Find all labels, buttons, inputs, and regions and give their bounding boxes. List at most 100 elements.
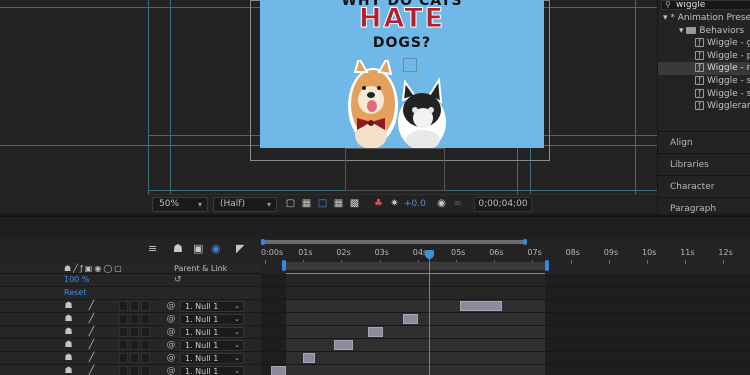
color-channels-icon[interactable]: ♣	[372, 198, 385, 210]
tree-item[interactable]: ▾ * Animation Presets	[658, 12, 750, 25]
navigator-start-handle[interactable]	[261, 239, 265, 245]
layer-switch[interactable]	[141, 301, 150, 311]
layer-switch[interactable]	[141, 366, 150, 375]
tree-item[interactable]: ƒWiggle - ge	[658, 37, 750, 50]
layer-clip-bar[interactable]	[333, 340, 353, 350]
transparency-grid-icon[interactable]: ▦	[300, 198, 313, 210]
playhead-handle[interactable]	[424, 250, 434, 259]
reset-link[interactable]: Reset	[64, 288, 86, 297]
pick-whip-icon[interactable]: @	[166, 340, 176, 350]
shy-switch-icon[interactable]: ☗	[64, 315, 73, 324]
quality-switch-icon[interactable]: ╱	[87, 354, 96, 363]
timecode-display[interactable]: 0;00;04;00	[474, 197, 532, 212]
motion-blur-icon[interactable]: ◉	[211, 242, 221, 255]
layer-clip-bar[interactable]	[270, 366, 286, 375]
navigator-end-handle[interactable]	[523, 239, 527, 245]
time-navigator-bar[interactable]	[262, 240, 525, 244]
parent-select[interactable]: 1. Null 1 ⌄	[180, 353, 244, 364]
layer-switch[interactable]	[130, 340, 139, 350]
pick-whip-icon[interactable]: @	[166, 314, 176, 324]
shy-layers-icon[interactable]: ☗	[173, 242, 183, 255]
parent-select[interactable]: 1. Null 1 ⌄	[180, 301, 244, 312]
shy-switch-icon[interactable]: ☗	[64, 302, 73, 311]
track-row[interactable]	[261, 287, 750, 300]
layer-switch[interactable]	[119, 366, 128, 375]
tree-item[interactable]: ƒWiggleram	[658, 100, 750, 113]
track-row[interactable]	[261, 352, 750, 365]
composition-flowchart-icon[interactable]: ≡	[148, 242, 157, 255]
tree-item[interactable]: ▾ Behaviors	[658, 25, 750, 38]
layer-row[interactable]: ☗ ╱ @1. Null 1 ⌄	[0, 300, 261, 313]
quality-switch-icon[interactable]: ╱	[87, 302, 96, 311]
pick-whip-icon[interactable]: @	[166, 327, 176, 337]
layer-clip-bar[interactable]	[459, 301, 502, 311]
layer-row[interactable]: ☗ ╱ @1. Null 1 ⌄	[0, 326, 261, 339]
composition-canvas[interactable]: WHY DO CATS HATE DOGS?	[260, 0, 544, 148]
scale-value[interactable]: 100 %	[64, 275, 89, 284]
pick-whip-icon[interactable]: @	[166, 301, 176, 311]
track-row[interactable]	[261, 326, 750, 339]
layer-clip-bar[interactable]	[402, 314, 418, 324]
shy-switch-icon[interactable]: ☗	[64, 328, 73, 337]
chevron-down-icon[interactable]: ▾	[679, 26, 686, 36]
layer-switch[interactable]	[119, 314, 128, 324]
tree-item[interactable]: ƒWiggle - sk	[658, 88, 750, 101]
work-area-end-handle[interactable]	[545, 260, 549, 271]
layer-tracks[interactable]	[261, 273, 750, 375]
track-row[interactable]	[261, 300, 750, 313]
guides-icon[interactable]: ▦	[332, 198, 345, 210]
work-area-start-handle[interactable]	[282, 260, 286, 271]
layer-row[interactable]: ☗ ╱ @1. Null 1 ⌄	[0, 352, 261, 365]
layer-clip-bar[interactable]	[368, 327, 384, 337]
zoom-select[interactable]: 50% ▾	[152, 197, 208, 212]
quality-switch-icon[interactable]: ╱	[87, 341, 96, 350]
frame-blending-icon[interactable]: ▣	[193, 242, 203, 255]
layer-switch[interactable]	[119, 353, 128, 363]
work-area-bar[interactable]	[283, 262, 547, 270]
track-row[interactable]	[261, 313, 750, 326]
shy-switch-icon[interactable]: ☗	[64, 341, 73, 350]
parent-select[interactable]: 1. Null 1 ⌄	[180, 327, 244, 338]
link-spiral-icon[interactable]: ↺	[174, 275, 182, 285]
quality-switch-icon[interactable]: ╱	[87, 367, 96, 375]
resolution-select[interactable]: (Half) ▾	[213, 197, 277, 212]
shy-switch-icon[interactable]: ☗	[64, 367, 73, 375]
layer-switch[interactable]	[141, 314, 150, 324]
mask-path-icon[interactable]: □	[316, 198, 329, 210]
layer-switch[interactable]	[141, 340, 150, 350]
layer-switch[interactable]	[119, 327, 128, 337]
shy-switch-icon[interactable]: ☗	[64, 354, 73, 363]
camera-icon[interactable]: ◉	[435, 198, 448, 210]
pick-whip-icon[interactable]: @	[166, 353, 176, 363]
layer-switch[interactable]	[141, 327, 150, 337]
layer-clip-bar[interactable]	[303, 353, 315, 363]
pick-whip-icon[interactable]: @	[166, 366, 176, 375]
tree-item[interactable]: ƒWiggle - sc	[658, 75, 750, 88]
tree-item[interactable]: ƒWiggle - ro	[658, 62, 750, 76]
layer-row[interactable]: ☗ ╱ @1. Null 1 ⌄	[0, 313, 261, 326]
track-row[interactable]	[261, 274, 750, 287]
layer-switch[interactable]	[119, 340, 128, 350]
layer-switch[interactable]	[130, 301, 139, 311]
track-row[interactable]	[261, 365, 750, 375]
layer-switch[interactable]	[130, 314, 139, 324]
show-snapshot-icon[interactable]: ∞	[451, 198, 464, 210]
exposure-reset-icon[interactable]: ✷	[388, 198, 401, 210]
playhead-line[interactable]	[428, 250, 430, 375]
layer-switch[interactable]	[130, 327, 139, 337]
time-ruler[interactable]: 0:00s 01s 02s 03s 04s 05s 06s 07s 08s 09s 10s 11s 12…	[261, 238, 750, 274]
parent-select[interactable]: 1. Null 1 ⌄	[180, 314, 244, 325]
snapshot-region-icon[interactable]: ▢	[284, 198, 297, 210]
parent-select[interactable]: 1. Null 1 ⌄	[180, 366, 244, 375]
layer-switch[interactable]	[130, 353, 139, 363]
grid-icon[interactable]: ▩	[348, 198, 361, 210]
layer-row[interactable]: ☗ ╱ @1. Null 1 ⌄	[0, 365, 261, 375]
tree-item[interactable]: ƒWiggle - pa	[658, 50, 750, 63]
layer-switch[interactable]	[119, 301, 128, 311]
panel-libraries[interactable]: Libraries	[658, 153, 750, 175]
layer-switch[interactable]	[130, 366, 139, 375]
exposure-value[interactable]: +0.0	[404, 199, 426, 209]
graph-editor-icon[interactable]: ◤	[236, 242, 244, 255]
layer-switch[interactable]	[141, 353, 150, 363]
track-row[interactable]	[261, 339, 750, 352]
